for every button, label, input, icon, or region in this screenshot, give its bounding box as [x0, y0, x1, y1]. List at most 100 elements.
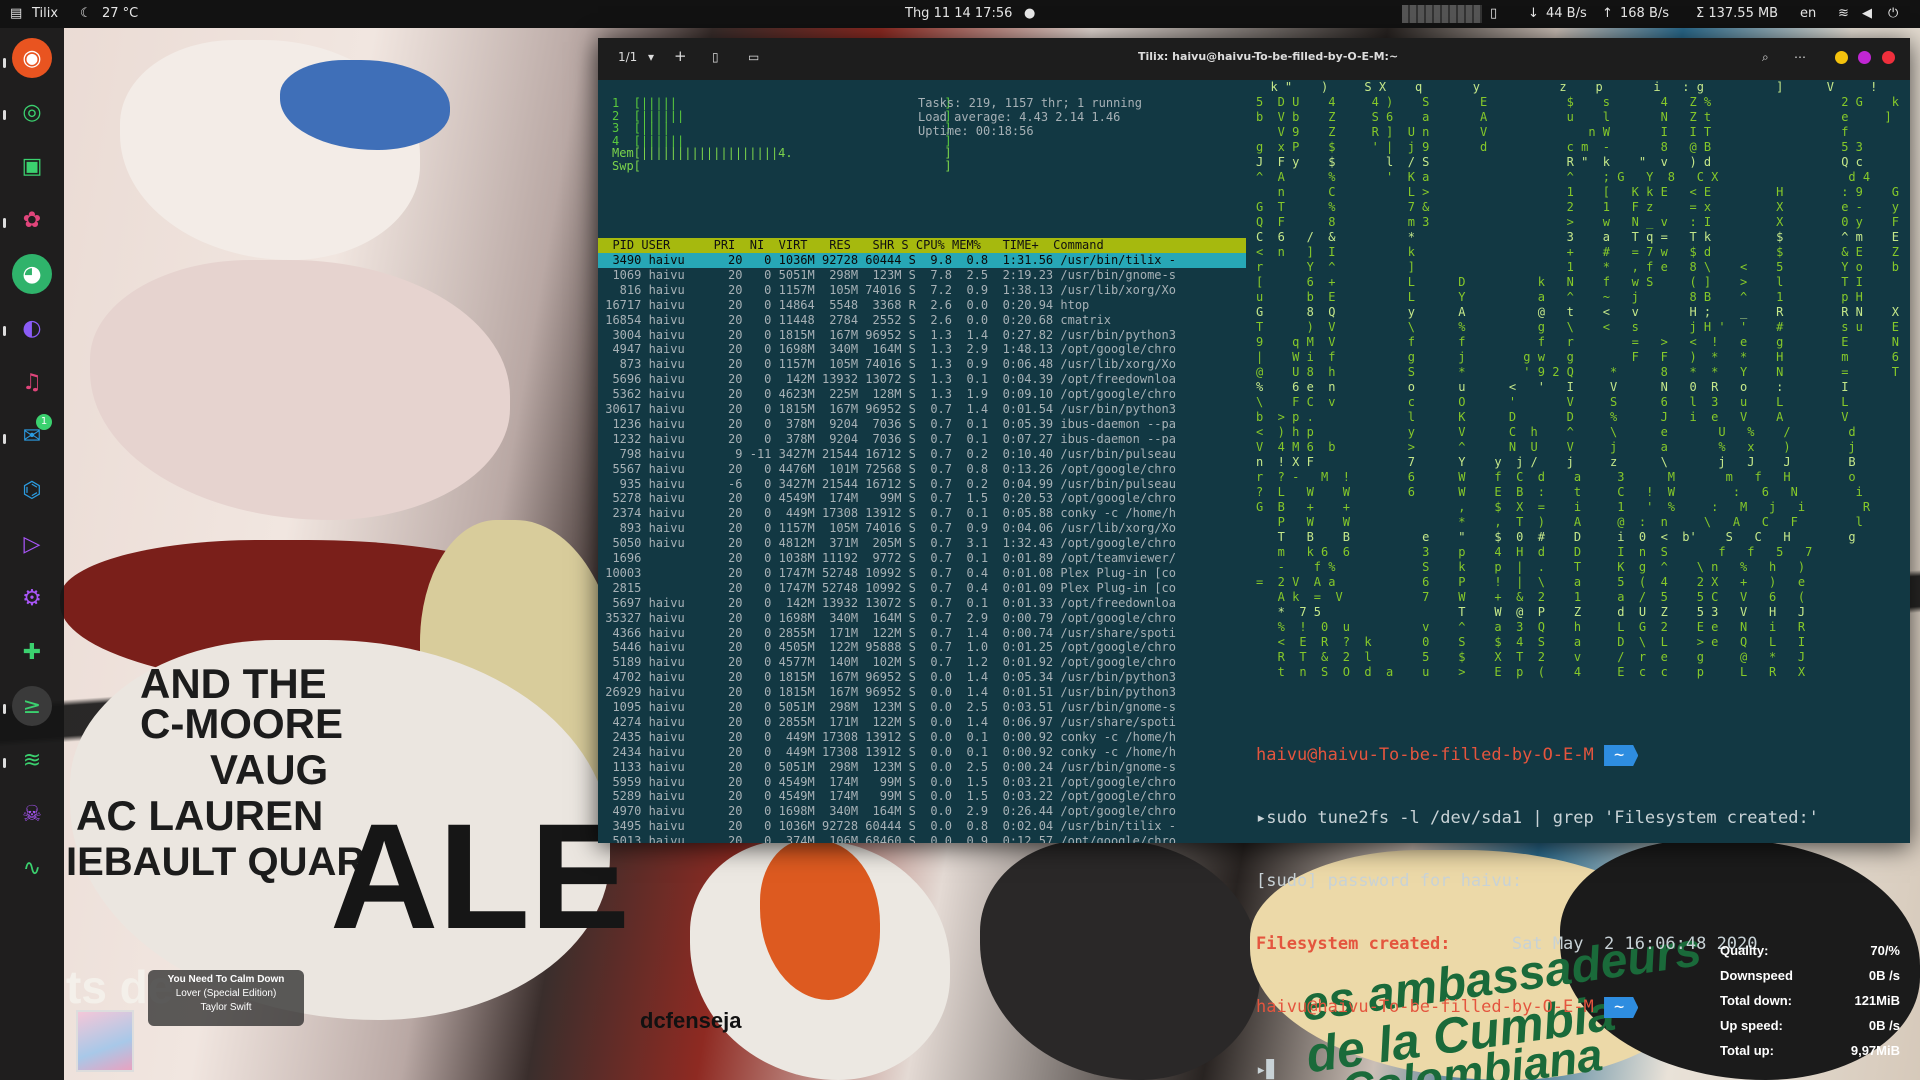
process-row[interactable]: 1236 haivu 20 0 378M 9204 7036 S 0.7 0.1…	[598, 417, 1246, 432]
terminal-titlebar[interactable]: 1/1 ▾ + ▯ ▭ Tilix: haivu@haivu-To-be-fil…	[598, 38, 1910, 80]
wallpaper-text: AC LAUREN	[76, 792, 324, 839]
process-row[interactable]: 5050 haivu 20 0 4812M 371M 205M S 0.7 3.…	[598, 536, 1246, 551]
terminal-window[interactable]: 1/1 ▾ + ▯ ▭ Tilix: haivu@haivu-To-be-fil…	[598, 38, 1910, 1080]
media-player-icon[interactable]: ▷	[12, 524, 52, 564]
network-icon[interactable]: ⌬	[12, 470, 52, 510]
top-panel: ▤ Tilix ☾ 27 °C Thg 11 14 17:56 ● ▯ ↓ 44…	[0, 0, 1920, 28]
app-name[interactable]: Tilix	[32, 6, 58, 21]
song-album: Lover (Special Edition)	[175, 988, 277, 999]
process-row[interactable]: 873 haivu 20 0 1157M 105M 74016 S 1.3 0.…	[598, 357, 1246, 372]
process-row[interactable]: 5697 haivu 20 0 142M 13932 13072 S 0.7 0…	[598, 596, 1246, 611]
ubuntu-icon[interactable]: ◉	[12, 38, 52, 78]
album-art[interactable]	[76, 1010, 134, 1072]
power-icon[interactable]: ⏻	[1888, 6, 1898, 21]
process-row[interactable]: 935 haivu -6 0 3427M 21544 16712 S 0.7 0…	[598, 477, 1246, 492]
music-widget[interactable]: You Need To Calm Down Lover (Special Edi…	[148, 970, 304, 1026]
files-icon[interactable]: ▣	[12, 146, 52, 186]
process-row[interactable]: 3495 haivu 20 0 1036M 92728 60444 S 0.0 …	[598, 819, 1246, 834]
process-row[interactable]: 5289 haivu 20 0 4549M 174M 99M S 0.0 1.5…	[598, 789, 1246, 804]
monitor-icon[interactable]: ∿	[12, 848, 52, 888]
process-row[interactable]: 16854 haivu 20 0 11448 2784 2552 S 2.6 0…	[598, 313, 1246, 328]
process-row[interactable]: 2815 20 0 1747M 52748 10992 S 0.7 0.4 0:…	[598, 581, 1246, 596]
process-row[interactable]: 5278 haivu 20 0 4549M 174M 99M S 0.7 1.5…	[598, 491, 1246, 506]
split-icon[interactable]: ▯	[712, 50, 719, 64]
process-row[interactable]: 30617 haivu 20 0 1815M 167M 96952 S 0.7 …	[598, 402, 1246, 417]
weather-temp[interactable]: 27 °C	[102, 6, 138, 21]
process-row[interactable]: 4366 haivu 20 0 2855M 171M 122M S 0.7 1.…	[598, 626, 1246, 641]
volume-icon[interactable]: ◀	[1862, 6, 1872, 21]
process-row[interactable]: 16717 haivu 20 0 14864 5548 3368 R 2.6 0…	[598, 298, 1246, 313]
matrix-row: 9 q M V f f f r = > < ! e g E N	[1256, 335, 1899, 349]
clipboard-icon[interactable]: ▯	[1490, 6, 1497, 21]
browser-icon[interactable]: ◎	[12, 92, 52, 132]
settings-icon[interactable]: ✿	[12, 200, 52, 240]
prompt-user: haivu@haivu-To-be-filled-by-O-E-M	[1256, 745, 1594, 765]
menu-icon[interactable]: ⋯	[1794, 50, 1806, 64]
cursor-line[interactable]: ▸▊	[1256, 1060, 1910, 1080]
system-monitor-graph[interactable]	[1402, 5, 1482, 23]
process-row[interactable]: 4947 haivu 20 0 1698M 340M 164M S 1.3 2.…	[598, 342, 1246, 357]
quality-label: Quality:	[1720, 943, 1769, 958]
language-indicator[interactable]: en	[1800, 6, 1816, 21]
process-row[interactable]: 1696 20 0 1038M 11192 9772 S 0.7 0.1 0:0…	[598, 551, 1246, 566]
owl-icon[interactable]: ◕	[12, 254, 52, 294]
process-row[interactable]: 4702 haivu 20 0 1815M 167M 96952 S 0.0 1…	[598, 670, 1246, 685]
process-row[interactable]: 5189 haivu 20 0 4577M 140M 102M S 0.7 1.…	[598, 655, 1246, 670]
clock[interactable]: Thg 11 14 17:56	[905, 6, 1012, 21]
process-row[interactable]: 816 haivu 20 0 1157M 105M 74016 S 7.2 0.…	[598, 283, 1246, 298]
quality-value: 70/%	[1870, 943, 1900, 958]
shell-pane[interactable]: haivu@haivu-To-be-filled-by-O-E-M ~ ▸sud…	[1256, 703, 1910, 1080]
tab-counter[interactable]: 1/1	[618, 50, 637, 64]
close-button[interactable]	[1882, 51, 1895, 64]
spotify-icon[interactable]: ≋	[12, 740, 52, 780]
process-row[interactable]: 798 haivu 9 -11 3427M 21544 16712 S 0.7 …	[598, 447, 1246, 462]
minimize-button[interactable]	[1835, 51, 1848, 64]
process-row[interactable]: 1095 haivu 20 0 5051M 298M 123M S 0.0 2.…	[598, 700, 1246, 715]
process-row[interactable]: 5696 haivu 20 0 142M 13932 13072 S 1.3 0…	[598, 372, 1246, 387]
process-row[interactable]: 893 haivu 20 0 1157M 105M 74016 S 0.7 0.…	[598, 521, 1246, 536]
chevron-down-icon[interactable]: ▾	[648, 50, 654, 64]
steam-icon[interactable]: ◐	[12, 308, 52, 348]
app-menu-icon[interactable]: ▤	[10, 6, 22, 21]
search-icon[interactable]: ⌕	[1762, 50, 1769, 65]
process-table-header[interactable]: PID USER PRI NI VIRT RES SHR S CPU% MEM%…	[598, 238, 1246, 253]
tasks-summary: Tasks: 219, 1157 thr; 1 running	[918, 96, 1142, 110]
process-row[interactable]: 3004 haivu 20 0 1815M 167M 96952 S 1.3 1…	[598, 328, 1246, 343]
sidebar-icon[interactable]: ▭	[748, 50, 759, 64]
process-row[interactable]: 35327 haivu 20 0 1698M 340M 164M S 0.7 2…	[598, 611, 1246, 626]
process-row[interactable]: 1232 haivu 20 0 378M 9204 7036 S 0.7 0.1…	[598, 432, 1246, 447]
process-row[interactable]: 1133 haivu 20 0 5051M 298M 123M S 0.0 2.…	[598, 760, 1246, 775]
mask-icon[interactable]: ☠	[12, 794, 52, 834]
process-row[interactable]: 4970 haivu 20 0 1698M 340M 164M S 0.0 2.…	[598, 804, 1246, 819]
audio-icon[interactable]: ♫	[12, 362, 52, 402]
process-row[interactable]: 2374 haivu 20 0 449M 17308 13912 S 0.7 0…	[598, 506, 1246, 521]
wifi-icon[interactable]: ≋	[1838, 6, 1849, 21]
process-row[interactable]: 26929 haivu 20 0 1815M 167M 96952 S 0.0 …	[598, 685, 1246, 700]
process-row[interactable]: 5446 haivu 20 0 4505M 122M 95888 S 0.7 1…	[598, 640, 1246, 655]
download-arrow-icon: ↓	[1528, 6, 1539, 21]
add-terminal-icon[interactable]: +	[674, 47, 687, 65]
process-row[interactable]: 5567 haivu 20 0 4476M 101M 72568 S 0.7 0…	[598, 462, 1246, 477]
process-row[interactable]: 2435 haivu 20 0 449M 17308 13912 S 0.0 0…	[598, 730, 1246, 745]
process-row[interactable]: 10003 20 0 1747M 52748 10992 S 0.7 0.4 0…	[598, 566, 1246, 581]
meter-row: Swp[ ]	[612, 158, 952, 173]
process-row[interactable]: 3490 haivu 20 0 1036M 92728 60444 S 9.8 …	[598, 253, 1246, 268]
process-row[interactable]: 2434 haivu 20 0 449M 17308 13912 S 0.0 0…	[598, 745, 1246, 760]
process-row[interactable]: 5959 haivu 20 0 4549M 174M 99M S 0.0 1.5…	[598, 775, 1246, 790]
total-up-label: Total up:	[1720, 1043, 1774, 1058]
matrix-row: = 2 V A a 6 P ! | \ a 5 ( 4 2 X + ) e	[1256, 575, 1806, 589]
process-row[interactable]: 5013 haivu 20 0 374M 106M 68460 S 0.0 0.…	[598, 834, 1246, 843]
gamepad-icon[interactable]: ✚	[12, 632, 52, 672]
maximize-button[interactable]	[1858, 51, 1871, 64]
process-row[interactable]: 4274 haivu 20 0 2855M 171M 122M S 0.0 1.…	[598, 715, 1246, 730]
window-title: Tilix: haivu@haivu-To-be-filled-by-O-E-M…	[1138, 50, 1399, 63]
process-row[interactable]: 5362 haivu 20 0 4623M 225M 128M S 1.3 1.…	[598, 387, 1246, 402]
matrix-row: [ 6 + L D k N f w S ( ] > l T I	[1256, 275, 1863, 289]
notification-dot-icon: ●	[1024, 6, 1036, 21]
htop-pane[interactable]: 1 [||||| ] 2 [|||||| ] 3 [|||| ] 4 [|||||| …	[598, 80, 1248, 843]
net-down-speed: 44 B/s	[1546, 6, 1587, 21]
gear-icon[interactable]: ⚙	[12, 578, 52, 618]
total-down-value: 121MiB	[1854, 993, 1900, 1008]
terminal-icon[interactable]: ≥	[12, 686, 52, 726]
process-row[interactable]: 1069 haivu 20 0 5051M 298M 123M S 7.8 2.…	[598, 268, 1246, 283]
